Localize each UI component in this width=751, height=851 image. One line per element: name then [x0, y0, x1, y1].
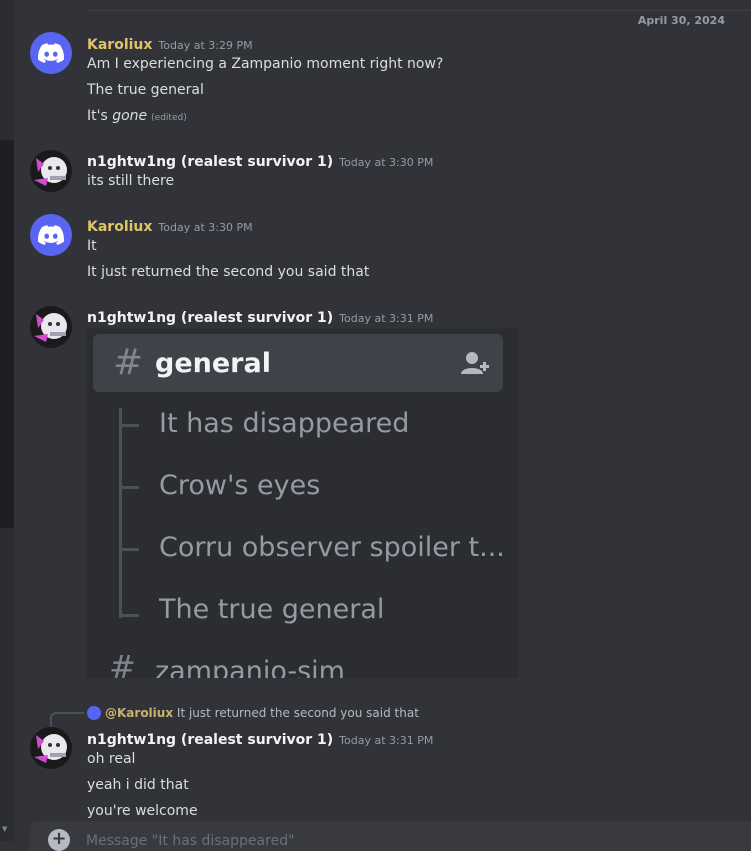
timestamp[interactable]: Today at 3:30 PM [158, 221, 252, 234]
edited-label: (edited) [151, 113, 187, 123]
author-name[interactable]: n1ghtw1ng (realest survivor 1) [87, 732, 333, 748]
message-input[interactable]: Message "It has disappeared" [86, 833, 295, 849]
message-header: Karoliux Today at 3:30 PM [87, 216, 253, 235]
user-avatar[interactable] [30, 150, 72, 192]
reply-connector [50, 712, 84, 728]
message-line: Am I experiencing a Zampanio moment righ… [87, 56, 444, 72]
author-name[interactable]: Karoliux [87, 37, 152, 53]
author-name[interactable]: n1ghtw1ng (realest survivor 1) [87, 310, 333, 326]
date-label: April 30, 2024 [629, 14, 733, 27]
plus-icon[interactable]: + [48, 829, 70, 851]
thread-item: It has disappeared [159, 408, 410, 439]
date-divider: April 30, 2024 [88, 10, 751, 27]
message-line: It [87, 238, 97, 254]
discord-logo-icon[interactable] [30, 214, 72, 256]
message-input-bar[interactable]: + Message "It has disappeared" [30, 821, 751, 851]
thread-branch [119, 614, 139, 617]
thread-branch [119, 424, 139, 427]
hash-icon: # [109, 648, 136, 678]
channel-name: general [155, 348, 271, 379]
add-member-icon [461, 350, 489, 380]
timestamp[interactable]: Today at 3:30 PM [339, 156, 433, 169]
thread-item: Crow's eyes [159, 470, 321, 501]
message-header: n1ghtw1ng (realest survivor 1) Today at 3… [87, 151, 433, 170]
message-line: yeah i did that [87, 777, 189, 793]
thread-branch [119, 486, 139, 489]
timestamp[interactable]: Today at 3:31 PM [339, 734, 433, 747]
thread-item: Corru observer spoiler t... [159, 532, 505, 563]
reply-mention[interactable]: @Karoliux [105, 706, 173, 720]
author-name[interactable]: n1ghtw1ng (realest survivor 1) [87, 154, 333, 170]
thread-tree-line [119, 408, 122, 618]
message-line: its still there [87, 173, 175, 189]
sidebar-strip [0, 140, 14, 528]
message-line: It just returned the second you said tha… [87, 264, 370, 280]
hash-icon: # [113, 342, 144, 383]
scroll-arrow-icon[interactable]: ▼ [2, 825, 7, 833]
author-name[interactable]: Karoliux [87, 219, 152, 235]
message-prefix: It's [87, 108, 113, 124]
discord-logo-icon[interactable] [30, 32, 72, 74]
thread-branch [119, 548, 139, 551]
user-avatar[interactable] [30, 727, 72, 769]
reply-preview[interactable]: @Karoliux It just returned the second yo… [87, 706, 419, 720]
timestamp[interactable]: Today at 3:31 PM [339, 312, 433, 325]
discord-logo-icon [87, 706, 101, 720]
message-line: oh real [87, 751, 136, 767]
message-line: The true general [87, 82, 204, 98]
message-line: you're welcome [87, 803, 198, 819]
user-avatar[interactable] [30, 306, 72, 348]
screenshot-attachment[interactable]: # general It has disappeared Crow's eyes… [87, 328, 518, 678]
reply-text[interactable]: It just returned the second you said tha… [177, 706, 419, 720]
message-header: n1ghtw1ng (realest survivor 1) Today at 3… [87, 729, 433, 748]
channel-row: # general [93, 334, 503, 392]
timestamp[interactable]: Today at 3:29 PM [158, 39, 252, 52]
message-header: n1ghtw1ng (realest survivor 1) Today at 3… [87, 307, 433, 326]
message-header: Karoliux Today at 3:29 PM [87, 34, 253, 53]
message-line: It's gone (edited) [87, 108, 187, 124]
left-sidebar-edge: ▼ [0, 0, 14, 841]
channel-name: zampanio-sim [155, 656, 345, 678]
thread-item: The true general [159, 594, 385, 625]
italic-text: gone [112, 108, 148, 124]
